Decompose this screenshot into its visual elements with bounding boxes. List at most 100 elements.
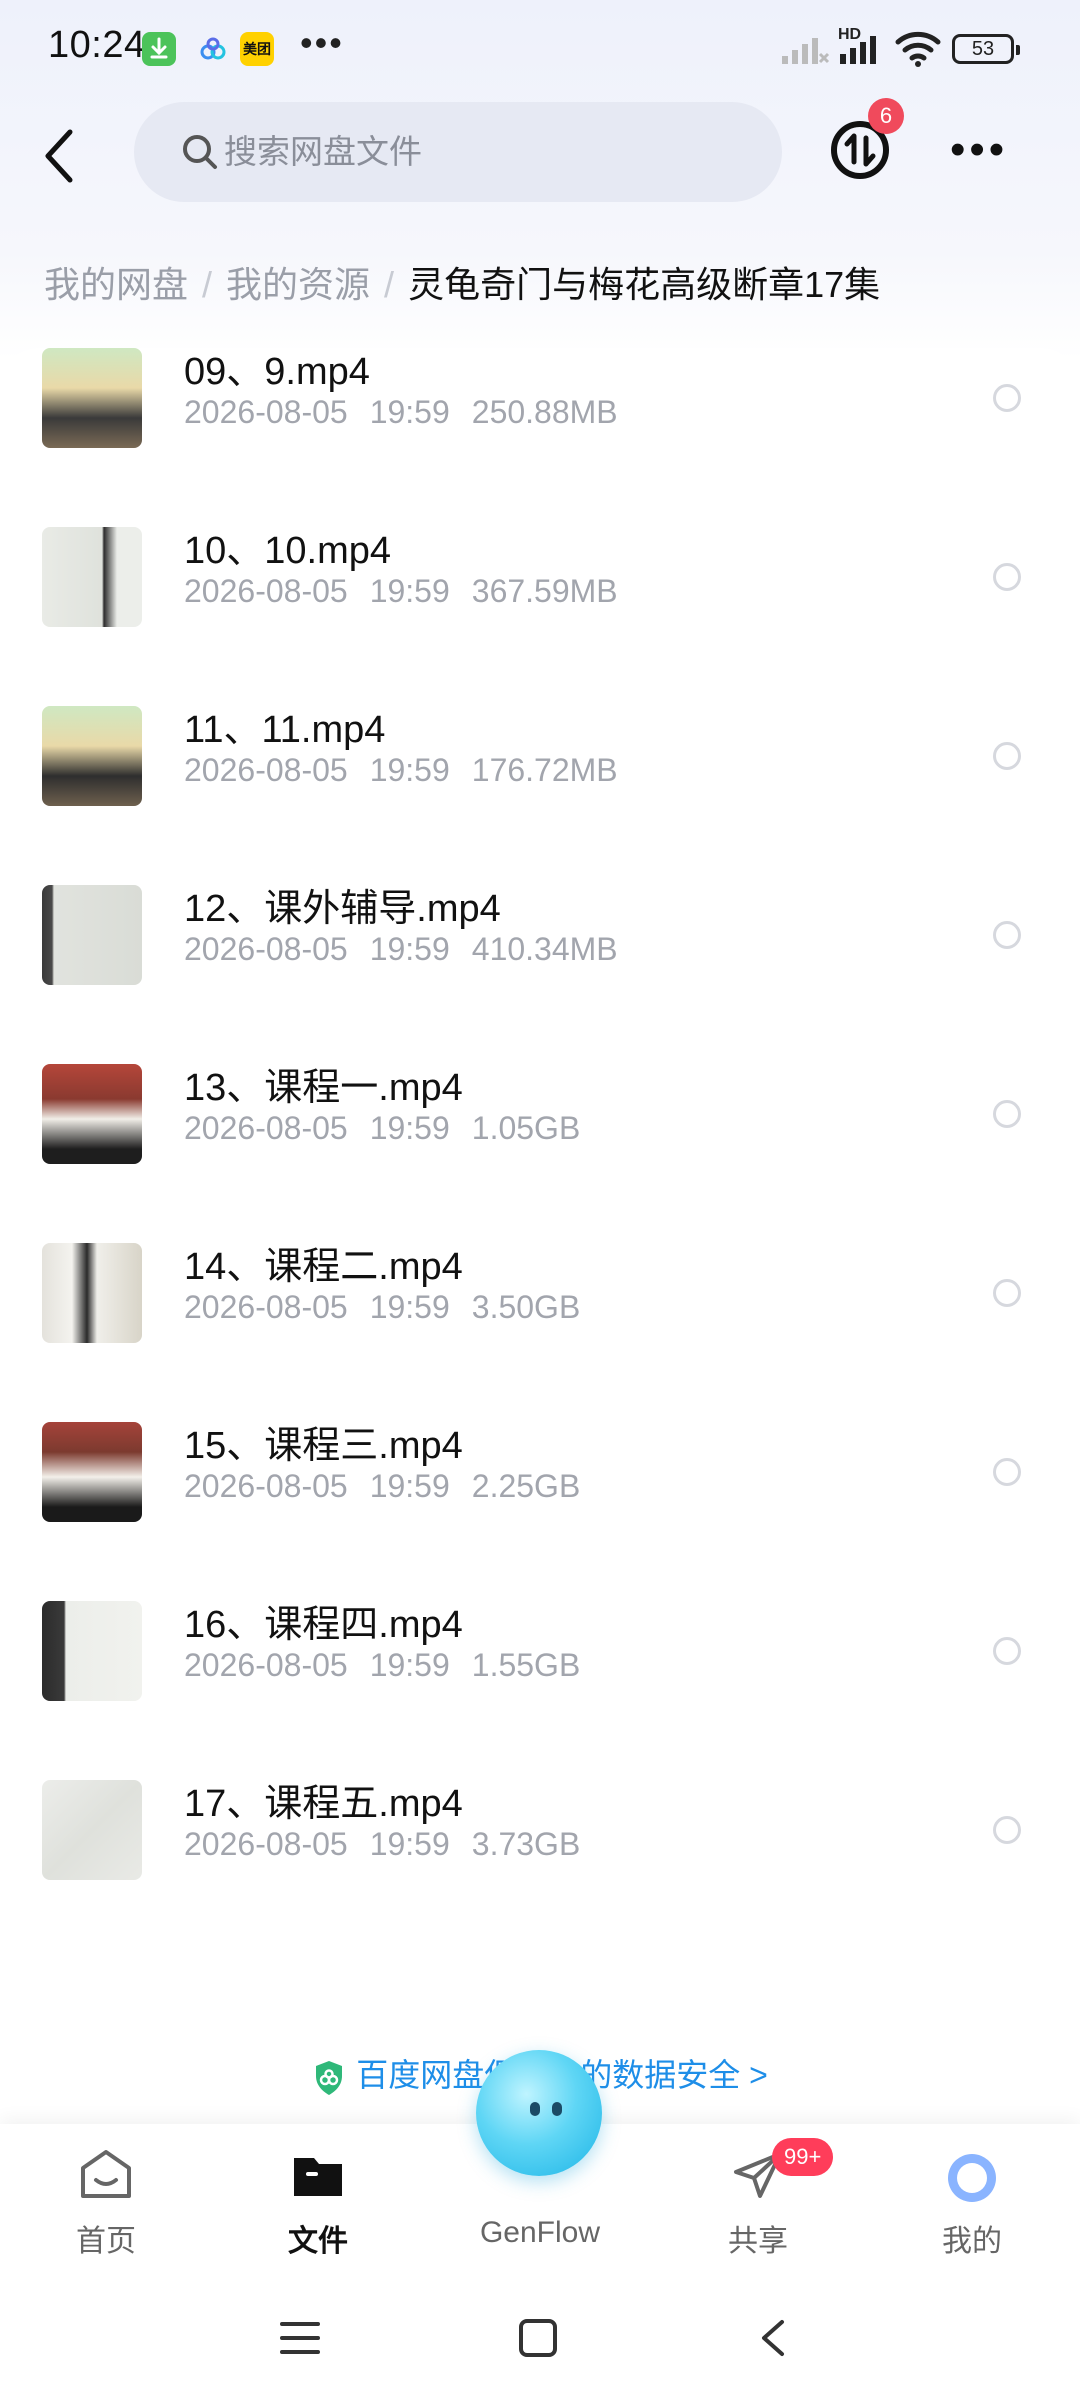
file-name: 12、课外辅导.mp4 (184, 888, 501, 930)
share-count-badge: 99+ (772, 2138, 834, 2176)
file-time: 19:59 (369, 1647, 450, 1683)
file-time: 19:59 (369, 394, 450, 430)
system-navigation-bar (0, 2274, 1080, 2400)
select-radio[interactable] (993, 742, 1021, 770)
list-item[interactable]: 16、课程四.mp4 2026-08-05 19:59 1.55GB (0, 1551, 1080, 1730)
signal-sim1-icon (840, 36, 876, 64)
file-time: 19:59 (369, 752, 450, 788)
video-thumbnail (42, 706, 142, 806)
file-meta: 2026-08-05 19:59 410.34MB (184, 931, 640, 968)
file-meta: 2026-08-05 19:59 2.25GB (184, 1468, 602, 1505)
file-date: 2026-08-05 (184, 1110, 348, 1146)
shield-icon (316, 2060, 343, 2095)
tab-home[interactable]: 首页 (16, 2124, 196, 2274)
search-input[interactable]: 搜索网盘文件 (134, 102, 782, 202)
file-meta: 2026-08-05 19:59 367.59MB (184, 573, 640, 610)
file-time: 19:59 (369, 1110, 450, 1146)
folder-icon (294, 2158, 342, 2196)
video-thumbnail (42, 1601, 142, 1701)
select-radio[interactable] (993, 1458, 1021, 1486)
file-time: 19:59 (369, 931, 450, 967)
file-date: 2026-08-05 (184, 1647, 348, 1683)
video-thumbnail (42, 1243, 142, 1343)
transfer-count-badge: 6 (868, 98, 904, 134)
file-date: 2026-08-05 (184, 573, 348, 609)
list-item[interactable]: 10、10.mp4 2026-08-05 19:59 367.59MB (0, 477, 1080, 656)
video-thumbnail (42, 527, 142, 627)
file-meta: 2026-08-05 19:59 176.72MB (184, 752, 640, 789)
list-item[interactable]: 12、课外辅导.mp4 2026-08-05 19:59 410.34MB (0, 835, 1080, 1014)
list-item[interactable]: 15、课程三.mp4 2026-08-05 19:59 2.25GB (0, 1372, 1080, 1551)
file-name: 10、10.mp4 (184, 530, 392, 572)
video-thumbnail (42, 1422, 142, 1522)
file-size: 1.55GB (471, 1647, 581, 1683)
file-name: 11、11.mp4 (184, 709, 386, 751)
file-meta: 2026-08-05 19:59 3.73GB (184, 1826, 602, 1863)
tab-label: 首页 (76, 2225, 136, 2258)
video-thumbnail (42, 885, 142, 985)
select-radio[interactable] (993, 563, 1021, 591)
home-nav-icon[interactable] (518, 2318, 558, 2358)
wifi-icon (895, 31, 941, 67)
back-button[interactable] (40, 126, 80, 186)
home-icon (81, 2150, 131, 2198)
file-name: 17、课程五.mp4 (184, 1783, 463, 1825)
tab-profile[interactable]: 我的 (882, 2124, 1062, 2274)
file-size: 367.59MB (471, 573, 618, 609)
video-thumbnail (42, 1064, 142, 1164)
more-notifications-icon: ••• (300, 22, 344, 63)
file-size: 176.72MB (471, 752, 618, 788)
list-item[interactable]: 11、11.mp4 2026-08-05 19:59 176.72MB (0, 656, 1080, 835)
file-name: 15、课程三.mp4 (184, 1425, 463, 1467)
list-item[interactable]: 13、课程一.mp4 2026-08-05 19:59 1.05GB (0, 1014, 1080, 1193)
file-size: 3.73GB (471, 1826, 581, 1862)
tab-label: GenFlow (479, 2216, 601, 2249)
signal-sim2-icon (782, 38, 830, 64)
file-time: 19:59 (369, 1289, 450, 1325)
tab-files[interactable]: 文件 (228, 2124, 408, 2274)
file-meta: 2026-08-05 19:59 1.55GB (184, 1647, 602, 1684)
select-radio[interactable] (993, 1816, 1021, 1844)
select-radio[interactable] (993, 1100, 1021, 1128)
file-name: 09、9.mp4 (184, 351, 370, 393)
battery-indicator: 53 (952, 34, 1020, 64)
file-date: 2026-08-05 (184, 752, 348, 788)
meituan-notification-icon: 美团 (240, 32, 274, 66)
file-date: 2026-08-05 (184, 1289, 348, 1325)
list-item[interactable]: 09、9.mp4 2026-08-05 19:59 250.88MB (0, 298, 1080, 477)
file-date: 2026-08-05 (184, 394, 348, 430)
file-size: 2.25GB (471, 1468, 581, 1504)
tab-label: 我的 (942, 2225, 1002, 2258)
file-size: 410.34MB (471, 931, 618, 967)
file-meta: 2026-08-05 19:59 3.50GB (184, 1289, 602, 1326)
more-options-button[interactable]: ••• (950, 128, 1010, 172)
file-size: 250.88MB (471, 394, 618, 430)
tab-label: 文件 (288, 2225, 348, 2258)
status-time: 10:24 (48, 24, 146, 66)
video-thumbnail (42, 348, 142, 448)
search-icon (183, 135, 217, 169)
select-radio[interactable] (993, 384, 1021, 412)
genflow-icon[interactable] (476, 2050, 602, 2176)
select-radio[interactable] (993, 921, 1021, 949)
file-size: 1.05GB (471, 1110, 581, 1146)
profile-icon (948, 2154, 996, 2202)
file-name: 13、课程一.mp4 (184, 1067, 463, 1109)
file-date: 2026-08-05 (184, 931, 348, 967)
file-size: 3.50GB (471, 1289, 581, 1325)
list-item[interactable]: 17、课程五.mp4 2026-08-05 19:59 3.73GB (0, 1730, 1080, 1909)
baidu-cloud-notification-icon (196, 32, 230, 66)
select-radio[interactable] (993, 1279, 1021, 1307)
recent-apps-icon[interactable] (280, 2320, 320, 2356)
file-time: 19:59 (369, 573, 450, 609)
file-meta: 2026-08-05 19:59 1.05GB (184, 1110, 602, 1147)
list-item[interactable]: 14、课程二.mp4 2026-08-05 19:59 3.50GB (0, 1193, 1080, 1372)
file-name: 14、课程二.mp4 (184, 1246, 463, 1288)
tab-label: 共享 (728, 2225, 788, 2258)
back-nav-icon[interactable] (758, 2318, 788, 2358)
status-bar: 10:24 美团 ••• HD 53 (0, 0, 1080, 100)
download-notification-icon (142, 32, 176, 66)
select-radio[interactable] (993, 1637, 1021, 1665)
file-date: 2026-08-05 (184, 1468, 348, 1504)
file-date: 2026-08-05 (184, 1826, 348, 1862)
